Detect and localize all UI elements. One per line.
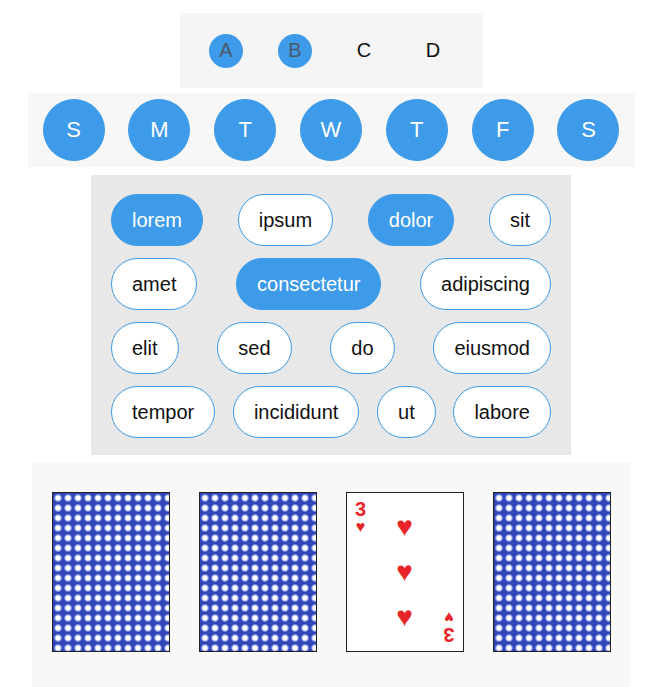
tag-chip[interactable]: sed [217,322,291,374]
choice-item: C [330,34,399,68]
day-button[interactable]: T [386,99,448,161]
page: ABCDSMTWTFSloremipsumdolorsitametconsect… [0,0,662,687]
choice-button[interactable]: A [209,34,243,68]
card-suit: ♥ [356,519,366,535]
day-button[interactable]: M [128,99,190,161]
day-button[interactable]: S [557,99,619,161]
tag-panel: lorem ipsum dolor sit amet consectetur adipisc… [91,175,571,455]
day-button[interactable]: F [472,99,534,161]
day-button[interactable]: W [300,99,362,161]
card-back[interactable] [199,492,317,652]
tag-chip[interactable]: elit [111,322,179,374]
card-pip: ♥ [396,558,413,586]
card-back[interactable] [493,492,611,652]
choice-button[interactable]: D [416,34,450,68]
tag-chip[interactable]: lorem [111,194,203,246]
tag-chip[interactable]: amet [111,258,197,310]
card-pip: ♥ [396,603,413,631]
tag-chip[interactable]: consectetur [236,258,381,310]
tag-chip[interactable]: dolor [368,194,454,246]
card-panel: 3♥♥♥♥3♥ [32,462,631,687]
card-face[interactable]: 3♥♥♥♥3♥ [346,492,464,652]
tag-chip[interactable]: eiusmod [433,322,551,374]
tag-chip[interactable]: labore [453,386,551,438]
tag-chip[interactable]: incididunt [233,386,360,438]
tag-chip[interactable]: tempor [111,386,215,438]
day-button[interactable]: T [214,99,276,161]
day-strip: SMTWTFS [28,93,635,167]
card-back[interactable] [52,492,170,652]
tag-chip[interactable]: ipsum [238,194,333,246]
card-corner: 3♥ [438,609,460,645]
choice-item: A [192,34,261,68]
choice-strip: A B C D [180,13,483,88]
card-rank: 3 [443,625,454,645]
card-corner: 3♥ [350,499,372,535]
card-pip: ♥ [396,513,413,541]
choice-item: D [399,34,468,68]
choice-button[interactable]: B [278,34,312,68]
choice-item: B [261,34,330,68]
day-button[interactable]: S [43,99,105,161]
tag-chip[interactable]: sit [489,194,551,246]
card-rank: 3 [355,499,366,519]
tag-chip[interactable]: adipiscing [420,258,551,310]
pip-column: ♥ ♥ ♥ [372,499,438,645]
tag-chip[interactable]: ut [377,386,436,438]
tag-chip[interactable]: do [330,322,394,374]
choice-button[interactable]: C [347,34,381,68]
card-suit: ♥ [444,609,454,625]
